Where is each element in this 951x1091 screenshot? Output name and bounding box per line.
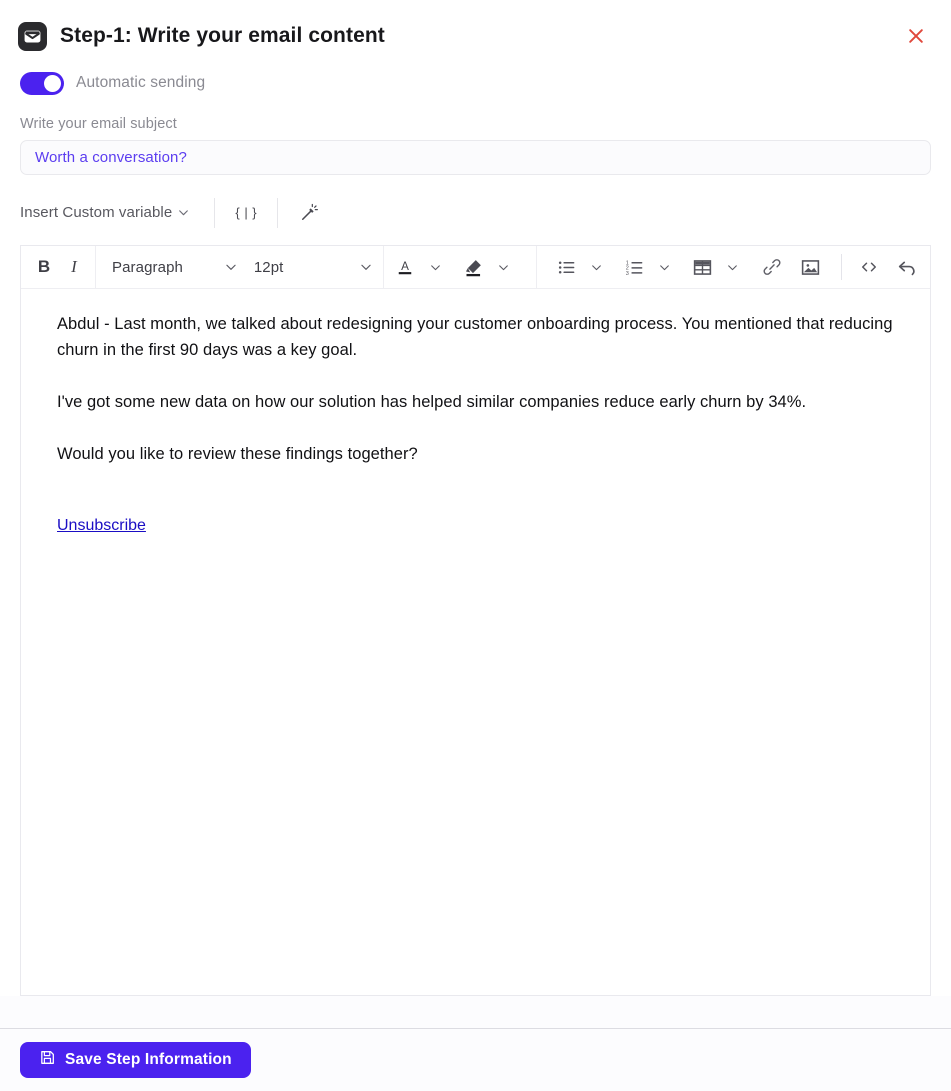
subject-label: Write your email subject [20,116,177,132]
svg-text:A: A [401,260,409,273]
curly-braces-icon[interactable]: { | } [229,198,263,228]
numbered-list-button[interactable]: 1 2 3 [619,252,649,282]
chevron-down-icon [220,260,242,274]
email-paragraph: Would you like to review these findings … [57,445,418,463]
divider [277,197,279,228]
curly-braces-label: { | } [235,205,258,220]
bullet-list-button[interactable] [551,252,581,282]
toggle-knob [44,74,61,92]
email-paragraph: Abdul - Last month, we talked about rede… [57,315,893,359]
svg-text:3: 3 [625,270,628,276]
bold-button[interactable]: B [29,252,59,282]
italic-button[interactable]: I [59,252,89,282]
font-size-select[interactable]: 12pt [242,252,377,282]
text-color-button[interactable]: A [390,252,420,282]
image-button[interactable] [795,252,825,282]
page-title: Step-1: Write your email content [60,24,385,47]
divider [214,197,216,228]
highlight-color-button[interactable] [458,252,488,282]
text-color-group: A [390,252,450,282]
automatic-sending-label: Automatic sending [76,74,206,91]
dialog-header: Step-1: Write your email content [0,0,951,58]
undo-button[interactable] [892,252,922,282]
link-button[interactable] [757,252,787,282]
source-code-button[interactable] [854,252,884,282]
divider [841,254,842,280]
subject-section: Write your email subject [0,98,951,175]
close-icon[interactable] [901,21,931,51]
text-color-chevron-down-icon[interactable] [420,252,450,282]
magic-wand-icon[interactable] [292,198,326,228]
variable-toolbar: Insert Custom variable { | } Save as Tem… [0,175,951,410]
formatting-toolbar: B I Paragraph 12pt A 1 2 3 [21,246,930,289]
numbered-list-chevron-down-icon[interactable] [649,252,679,282]
divider [383,246,384,288]
highlight-color-group [458,252,518,282]
table-chevron-down-icon[interactable] [717,252,747,282]
table-group [687,252,747,282]
highlight-color-chevron-down-icon[interactable] [488,252,518,282]
email-paragraph: I've got some new data on how our soluti… [57,393,807,411]
table-button[interactable] [687,252,717,282]
editor-footer-gap [0,996,951,1028]
chevron-down-icon [355,260,377,274]
bullet-list-group [551,252,611,282]
dialog-footer: Save Step Information [0,1028,951,1091]
automatic-sending-row: Automatic sending [0,58,951,98]
save-step-information-button[interactable]: Save Step Information [20,1042,251,1078]
chevron-down-icon [172,206,194,219]
email-editor: B I Paragraph 12pt A 1 2 3 Abdul - Last … [20,245,931,996]
floppy-disk-icon [39,1049,56,1071]
divider [536,246,537,288]
block-format-label: Paragraph [112,258,183,276]
font-size-label: 12pt [253,258,284,276]
insert-custom-variable-select[interactable]: Insert Custom variable [20,204,200,221]
email-body-editable[interactable]: Abdul - Last month, we talked about rede… [21,289,930,995]
block-format-select[interactable]: Paragraph [102,252,242,282]
insert-custom-variable-label: Insert Custom variable [20,204,173,221]
unsubscribe-link[interactable]: Unsubscribe [57,517,146,535]
mail-icon [18,21,47,51]
automatic-sending-toggle[interactable] [20,71,64,95]
divider [95,246,96,288]
save-step-information-label: Save Step Information [65,1051,232,1068]
subject-input[interactable] [20,140,931,175]
bullet-list-chevron-down-icon[interactable] [581,252,611,282]
numbered-list-group: 1 2 3 [619,252,679,282]
